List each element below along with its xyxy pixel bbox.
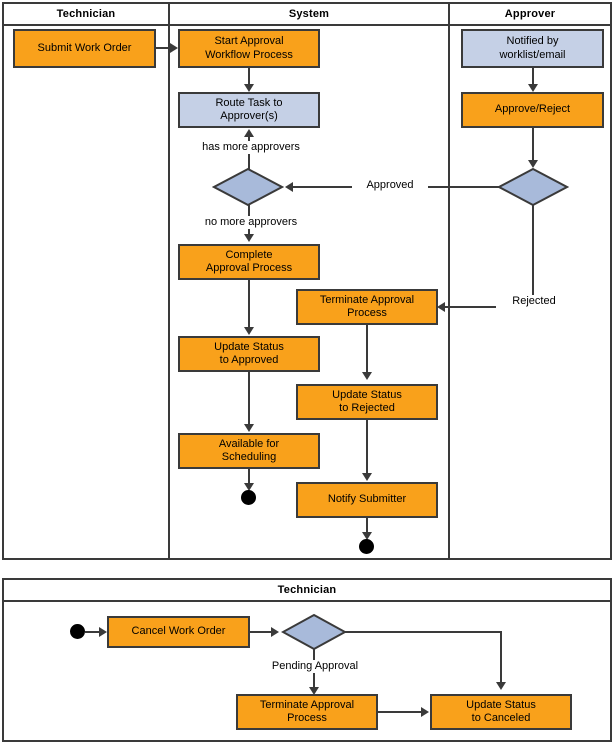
edge-label-pending-approval: Pending Approval (247, 660, 383, 673)
node-approve-reject[interactable]: Approve/Reject (461, 92, 604, 128)
edge-approve-reject-to-decision (532, 128, 534, 161)
arrowhead-decision-to-complete (244, 234, 254, 242)
node-notified-worklist-label-1: Notified by (506, 35, 559, 47)
node-terminate-approval-cancel-label-2: Process (287, 712, 327, 724)
node-submit-work-order[interactable]: Submit Work Order (13, 29, 156, 68)
node-approve-reject-label: Approve/Reject (494, 103, 571, 116)
main-lane-header-rule (4, 24, 610, 26)
node-route-task-label-2: Approver(s) (220, 110, 278, 122)
node-update-status-approved-label-1: Update Status (214, 340, 284, 353)
node-update-status-rejected-label-2: to Rejected (339, 402, 395, 414)
edge-complete-to-update-approved (248, 280, 250, 328)
arrowhead-cancel-decision-down (496, 682, 506, 690)
arrowhead-update-rejected-to-notify (362, 473, 372, 481)
node-end-approved (241, 490, 256, 505)
node-terminate-approval-process[interactable]: Terminate Approval Process (296, 289, 438, 325)
node-start-cancel (70, 624, 85, 639)
lane-divider-system-approver (448, 4, 450, 558)
arrowhead-notified-to-approve-reject (528, 84, 538, 92)
node-start-approval-workflow-label-1: Start Approval (214, 35, 284, 47)
bottom-lane-header-rule (4, 600, 610, 602)
node-notified-by-worklist[interactable]: Notified by worklist/email (461, 29, 604, 68)
node-start-approval-workflow[interactable]: Start Approval Workflow Process (178, 29, 320, 68)
main-swimlane-panel (2, 2, 612, 560)
node-cancel-work-order[interactable]: Cancel Work Order (107, 616, 250, 648)
edge-cancel-decision-down (500, 631, 502, 683)
lane-divider-technician-system (168, 4, 170, 558)
lane-title-approver: Approver (504, 8, 556, 20)
node-end-rejected (359, 539, 374, 554)
node-update-status-rejected-label-1: Update Status (332, 388, 402, 401)
node-available-scheduling-label-2: Scheduling (221, 451, 277, 463)
edge-cancel-to-decision (250, 631, 272, 633)
node-complete-approval-process[interactable]: Complete Approval Process (178, 244, 320, 280)
node-update-status-to-canceled[interactable]: Update Status to Canceled (430, 694, 572, 730)
node-update-status-to-approved[interactable]: Update Status to Approved (178, 336, 320, 372)
node-start-approval-workflow-label-2: Workflow Process (205, 48, 293, 61)
node-notify-submitter[interactable]: Notify Submitter (296, 482, 438, 518)
edge-label-approved: Approved (352, 179, 428, 192)
arrowhead-approved (285, 182, 293, 192)
arrowhead-rejected (437, 302, 445, 312)
arrowhead-terminate-to-canceled (421, 707, 429, 717)
arrowhead-start-to-route (244, 84, 254, 92)
lane-title-technician-cancel: Technician (277, 584, 337, 596)
node-notify-submitter-label: Notify Submitter (327, 493, 407, 506)
node-route-task-label-1: Route Task to (215, 96, 283, 109)
node-approve-reject-decision[interactable] (497, 167, 569, 207)
node-update-status-canceled-label-2: to Canceled (471, 712, 531, 724)
node-submit-work-order-label: Submit Work Order (37, 41, 132, 54)
arrowhead-terminate-to-update-rejected (362, 372, 372, 380)
edge-terminate-to-update-rejected (366, 325, 368, 373)
edge-terminate-to-canceled (378, 711, 422, 713)
arrowhead-cancel-to-decision (271, 627, 279, 637)
edge-submit-to-start (156, 47, 171, 49)
arrowhead-start-to-cancel (99, 627, 107, 637)
node-complete-approval-label-1: Complete (225, 248, 273, 261)
arrowhead-complete-to-update-approved (244, 327, 254, 335)
edge-label-rejected: Rejected (496, 295, 572, 308)
edge-update-approved-to-available (248, 372, 250, 425)
node-terminate-approval-label-2: Process (347, 307, 387, 319)
arrowhead-decision-to-route (244, 129, 254, 137)
edge-label-has-more-approvers: has more approvers (183, 141, 319, 154)
node-available-scheduling-label-1: Available for (218, 437, 280, 450)
node-cancel-decision[interactable] (281, 613, 347, 651)
node-notified-worklist-label-2: worklist/email (499, 48, 566, 61)
node-update-status-approved-label-2: to Approved (219, 354, 279, 366)
arrowhead-submit-to-start (170, 43, 178, 53)
node-terminate-approval-label-1: Terminate Approval (319, 293, 415, 306)
node-approver-loop-decision[interactable] (212, 167, 284, 207)
edge-start-to-cancel (85, 631, 100, 633)
lane-title-system: System (288, 8, 330, 20)
node-complete-approval-label-2: Approval Process (205, 262, 293, 274)
edge-cancel-decision-right (345, 631, 502, 633)
node-cancel-work-order-label: Cancel Work Order (131, 625, 226, 638)
node-update-status-canceled-label-1: Update Status (466, 698, 536, 711)
edge-rejected-vertical (532, 205, 534, 307)
edge-start-to-route (248, 68, 250, 85)
edge-label-no-more-approvers: no more approvers (183, 216, 319, 229)
workflow-diagram: Technician System Approver Submit Work O… (0, 0, 615, 747)
edge-notified-to-approve-reject (532, 68, 534, 85)
node-route-task-to-approvers[interactable]: Route Task to Approver(s) (178, 92, 320, 128)
arrowhead-update-approved-to-available (244, 424, 254, 432)
edge-update-rejected-to-notify (366, 420, 368, 474)
node-terminate-approval-cancel[interactable]: Terminate Approval Process (236, 694, 378, 730)
node-update-status-to-rejected[interactable]: Update Status to Rejected (296, 384, 438, 420)
node-terminate-approval-cancel-label-1: Terminate Approval (259, 698, 355, 711)
node-available-for-scheduling[interactable]: Available for Scheduling (178, 433, 320, 469)
lane-title-technician: Technician (56, 8, 116, 20)
